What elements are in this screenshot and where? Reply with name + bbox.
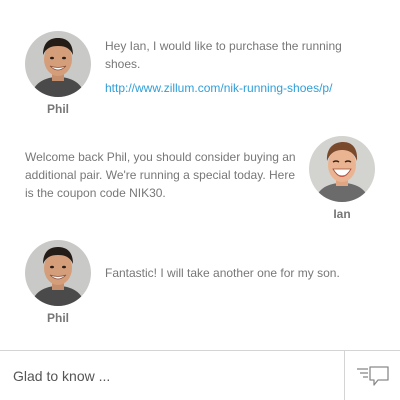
message-composer: [0, 350, 400, 400]
message-input[interactable]: [0, 351, 344, 400]
sender-name: Ian: [333, 207, 351, 221]
chat-thread: Phil Hey Ian, I would like to purchase t…: [0, 0, 400, 350]
message-phil-2: Phil Fantastic! I will take another one …: [0, 230, 400, 340]
avatar-phil-image: [25, 31, 91, 97]
message-ian: Welcome back Phil, you should consider b…: [0, 120, 400, 230]
message-phil-1: Phil Hey Ian, I would like to purchase t…: [0, 0, 400, 120]
avatar-phil[interactable]: [25, 31, 91, 97]
sender-name: Phil: [46, 102, 69, 116]
avatar-group: Phil: [25, 240, 91, 325]
avatar-phil-image: [25, 240, 91, 306]
chat-send-icon: [356, 365, 389, 386]
sender-name: Phil: [46, 311, 69, 325]
product-link[interactable]: http://www.zillum.com/nik-running-shoes/…: [105, 79, 370, 97]
avatar-phil[interactable]: [25, 240, 91, 306]
avatar-ian-image: [309, 136, 375, 202]
message-text: Fantastic! I will take another one for m…: [105, 266, 340, 280]
avatar-ian[interactable]: [309, 136, 375, 202]
message-body: Hey Ian, I would like to purchase the ru…: [105, 39, 342, 71]
avatar-group: Ian: [309, 136, 375, 221]
send-button[interactable]: [344, 351, 400, 400]
message-text: Hey Ian, I would like to purchase the ru…: [105, 37, 370, 97]
message-text: Welcome back Phil, you should consider b…: [25, 150, 296, 200]
avatar-group: Phil: [25, 31, 91, 116]
